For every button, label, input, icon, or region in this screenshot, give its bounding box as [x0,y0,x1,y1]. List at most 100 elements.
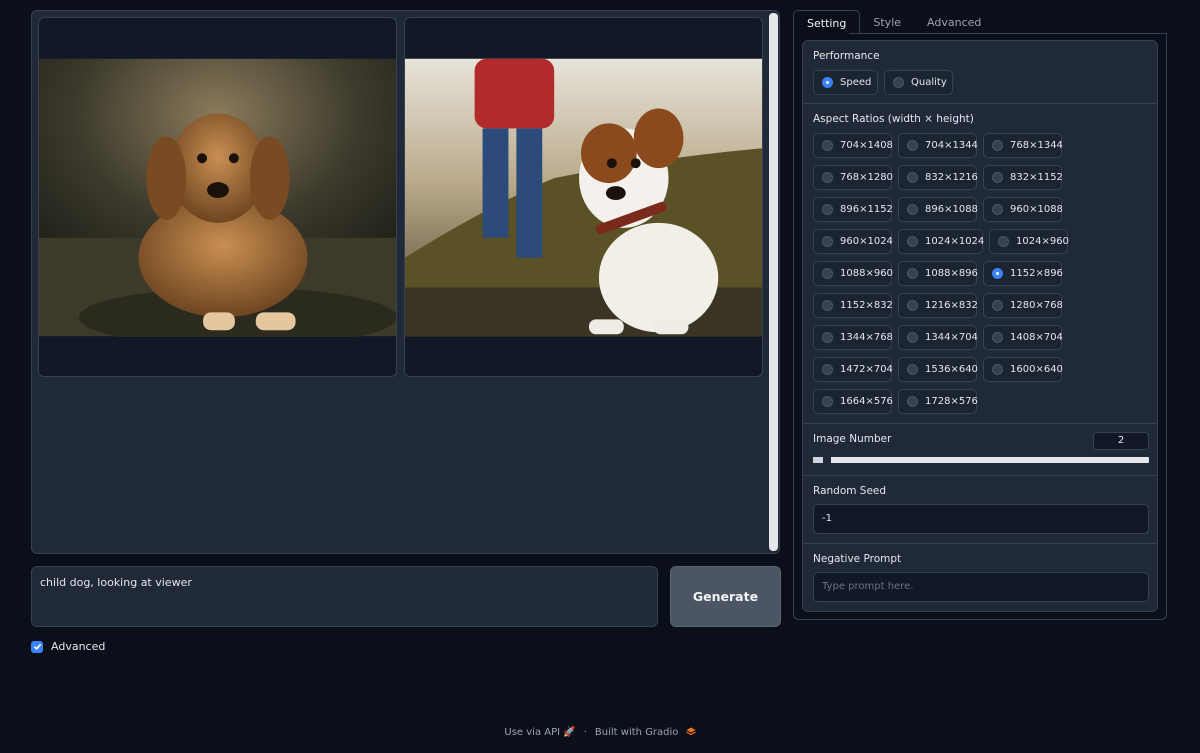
settings-tabs: Setting Style Advanced [793,10,994,34]
gallery-scrollbar[interactable] [768,11,779,553]
option-label: 960×1024 [840,236,893,247]
radio-icon [822,77,833,88]
performance-option-quality[interactable]: Quality [884,70,953,95]
radio-icon [822,396,833,407]
option-label: 1088×896 [925,268,978,279]
aspect-option[interactable]: 1088×896 [898,261,978,286]
aspect-option[interactable]: 1344×704 [898,325,978,350]
tab-advanced[interactable]: Advanced [914,10,994,34]
option-label: 1600×640 [1010,364,1063,375]
performance-option-speed[interactable]: Speed [813,70,878,95]
option-label: Quality [911,77,947,88]
tab-style[interactable]: Style [860,10,914,34]
option-label: 1280×768 [1010,300,1063,311]
option-label: 896×1088 [925,204,978,215]
radio-icon [907,332,918,343]
radio-icon [907,364,918,375]
radio-icon [992,332,1003,343]
option-label: 1024×960 [1016,236,1069,247]
aspect-option[interactable]: 896×1152 [813,197,893,222]
option-label: 832×1216 [925,172,978,183]
aspect-option[interactable]: 1088×960 [813,261,893,286]
image-number-slider[interactable] [813,457,1149,463]
aspect-option[interactable]: 1600×640 [983,357,1063,382]
gallery-scrollbar-thumb[interactable] [769,13,778,551]
option-label: 768×1280 [840,172,893,183]
radio-icon [907,172,918,183]
radio-icon [992,204,1003,215]
aspect-option[interactable]: 1216×832 [898,293,978,318]
use-via-api-link[interactable]: Use via API 🚀 [504,727,575,738]
built-with-gradio-link[interactable]: Built with Gradio [595,727,696,738]
random-seed-input[interactable]: -1 [813,504,1149,534]
option-label: Speed [840,77,872,88]
option-label: 704×1408 [840,140,893,151]
radio-icon [907,140,918,151]
aspect-option[interactable]: 1344×768 [813,325,893,350]
option-label: 960×1088 [1010,204,1063,215]
aspect-option[interactable]: 1472×704 [813,357,893,382]
radio-icon [992,364,1003,375]
radio-icon [992,300,1003,311]
option-label: 1536×640 [925,364,978,375]
aspect-option[interactable]: 768×1280 [813,165,893,190]
option-label: 1472×704 [840,364,893,375]
generate-button[interactable]: Generate [670,566,781,627]
gallery-image-2[interactable] [404,17,763,377]
slider-fill [813,457,823,463]
aspect-option[interactable]: 832×1216 [898,165,978,190]
aspect-option[interactable]: 832×1152 [983,165,1063,190]
check-icon [33,643,41,651]
random-seed-label: Random Seed [813,485,887,497]
advanced-checkbox[interactable] [31,640,43,653]
advanced-toggle[interactable]: Advanced [31,640,105,653]
aspect-option[interactable]: 768×1344 [983,133,1063,158]
performance-label: Performance [813,50,880,62]
aspect-option[interactable]: 960×1024 [813,229,893,254]
aspect-option[interactable]: 1024×1024 [898,229,985,254]
radio-icon [992,268,1003,279]
advanced-label: Advanced [51,640,106,653]
negative-prompt-input[interactable]: Type prompt here. [813,572,1149,602]
aspect-option-selected[interactable]: 1152×896 [983,261,1063,286]
aspect-ratios-label: Aspect Ratios (width × height) [813,113,974,125]
negative-prompt-label: Negative Prompt [813,553,902,565]
option-label: 1344×704 [925,332,978,343]
aspect-option[interactable]: 896×1088 [898,197,978,222]
tab-setting[interactable]: Setting [793,10,861,34]
aspect-option[interactable]: 1408×704 [983,325,1063,350]
option-label: 1664×576 [840,396,893,407]
option-label: 1216×832 [925,300,978,311]
aspect-option[interactable]: 1664×576 [813,389,893,414]
slider-handle[interactable] [823,456,831,464]
radio-icon [907,396,918,407]
gallery-image-1[interactable] [38,17,397,377]
image-number-input[interactable]: 2 [1093,432,1149,450]
option-label: 832×1152 [1010,172,1063,183]
radio-icon [822,364,833,375]
aspect-option[interactable]: 704×1408 [813,133,893,158]
aspect-option[interactable]: 1536×640 [898,357,978,382]
settings-panel: Performance Speed Quality Aspect Ratios … [802,40,1158,612]
aspect-option[interactable]: 960×1088 [983,197,1063,222]
aspect-option[interactable]: 1024×960 [989,229,1069,254]
radio-icon [822,172,833,183]
option-label: 768×1344 [1010,140,1063,151]
radio-icon [822,268,833,279]
aspect-option[interactable]: 704×1344 [898,133,978,158]
aspect-option[interactable]: 1152×832 [813,293,893,318]
image-number-label: Image Number [813,433,892,445]
aspect-option[interactable]: 1728×576 [898,389,978,414]
option-label: 1024×1024 [925,236,985,247]
radio-icon [907,204,918,215]
gradio-label: Built with Gradio [594,727,679,738]
divider [803,543,1157,544]
api-label: Use via API [504,727,561,738]
option-label: 1344×768 [840,332,893,343]
radio-icon [992,140,1003,151]
prompt-input[interactable]: child dog, looking at viewer [31,566,658,627]
option-label: 1728×576 [925,396,978,407]
divider [803,475,1157,476]
aspect-option[interactable]: 1280×768 [983,293,1063,318]
divider [803,103,1157,104]
